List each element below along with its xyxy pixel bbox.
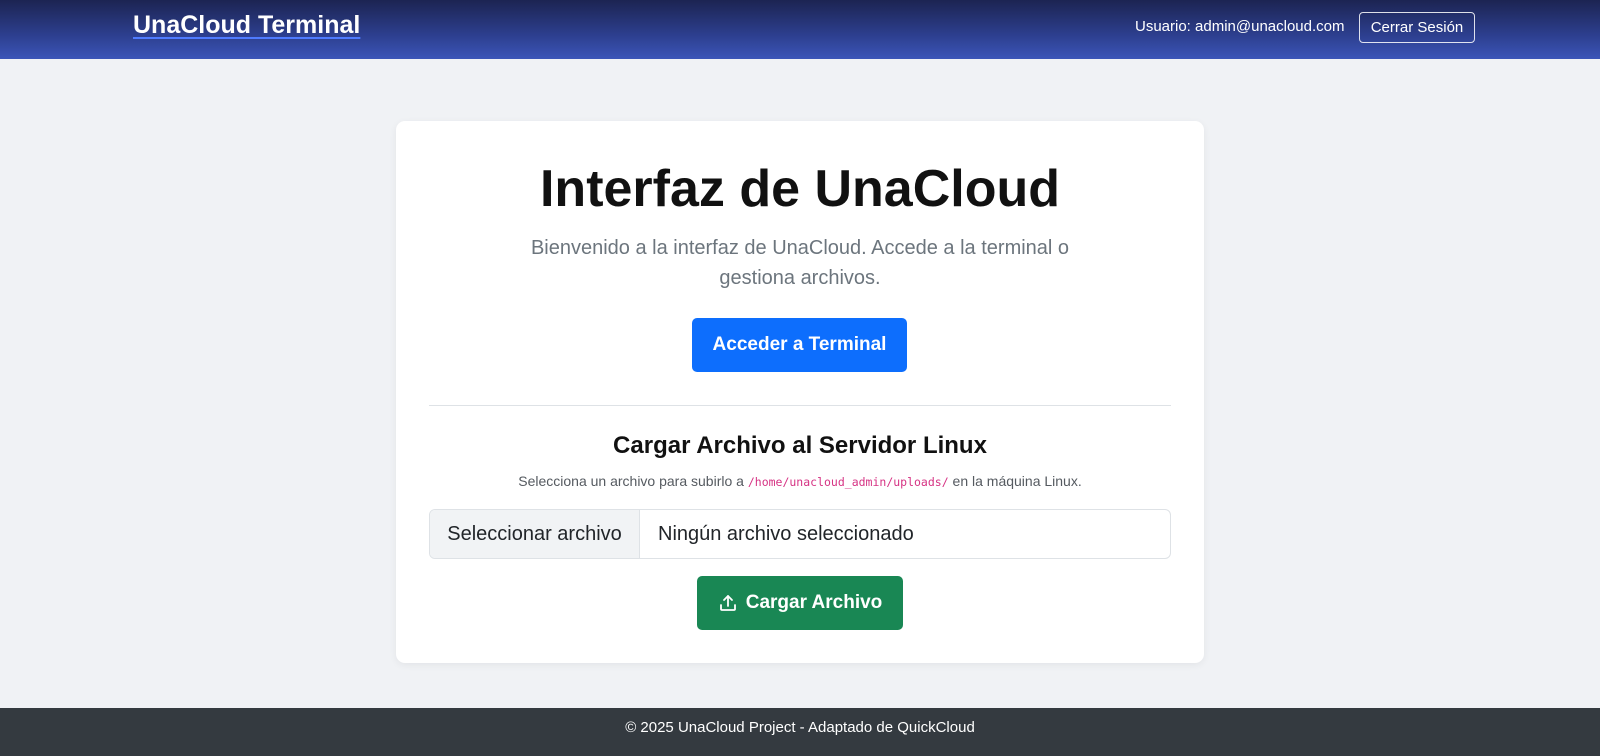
access-terminal-button[interactable]: Acceder a Terminal	[692, 318, 907, 372]
footer: © 2025 UnaCloud Project - Adaptado de Qu…	[0, 708, 1600, 756]
brand-link[interactable]: UnaCloud Terminal	[133, 11, 360, 40]
file-input[interactable]: Seleccionar archivo Ningún archivo selec…	[429, 509, 1171, 559]
logout-button[interactable]: Cerrar Sesión	[1359, 12, 1475, 43]
main-card: Interfaz de UnaCloud Bienvenido a la int…	[396, 121, 1204, 663]
upload-path: /home/unacloud_admin/uploads/	[747, 475, 949, 489]
choose-file-button[interactable]: Seleccionar archivo	[430, 510, 640, 558]
divider	[429, 405, 1171, 406]
upload-icon	[718, 593, 738, 613]
navbar: UnaCloud Terminal Usuario: admin@unaclou…	[0, 0, 1600, 59]
upload-file-button[interactable]: Cargar Archivo	[697, 576, 903, 630]
user-label: Usuario: admin@unacloud.com	[1135, 18, 1345, 35]
file-status: Ningún archivo seleccionado	[658, 522, 914, 545]
welcome-text: Bienvenido a la interfaz de UnaCloud. Ac…	[530, 237, 1070, 289]
upload-desc-prefix: Selecciona un archivo para subirlo a	[518, 473, 744, 489]
upload-section-title: Cargar Archivo al Servidor Linux	[613, 432, 987, 459]
upload-button-label: Cargar Archivo	[745, 592, 883, 613]
upload-description: Selecciona un archivo para subirlo a /ho…	[396, 473, 1204, 489]
upload-desc-suffix: en la máquina Linux.	[952, 473, 1082, 489]
page-title: Interfaz de UnaCloud	[539, 160, 1061, 218]
footer-text: © 2025 UnaCloud Project - Adaptado de Qu…	[625, 718, 975, 736]
